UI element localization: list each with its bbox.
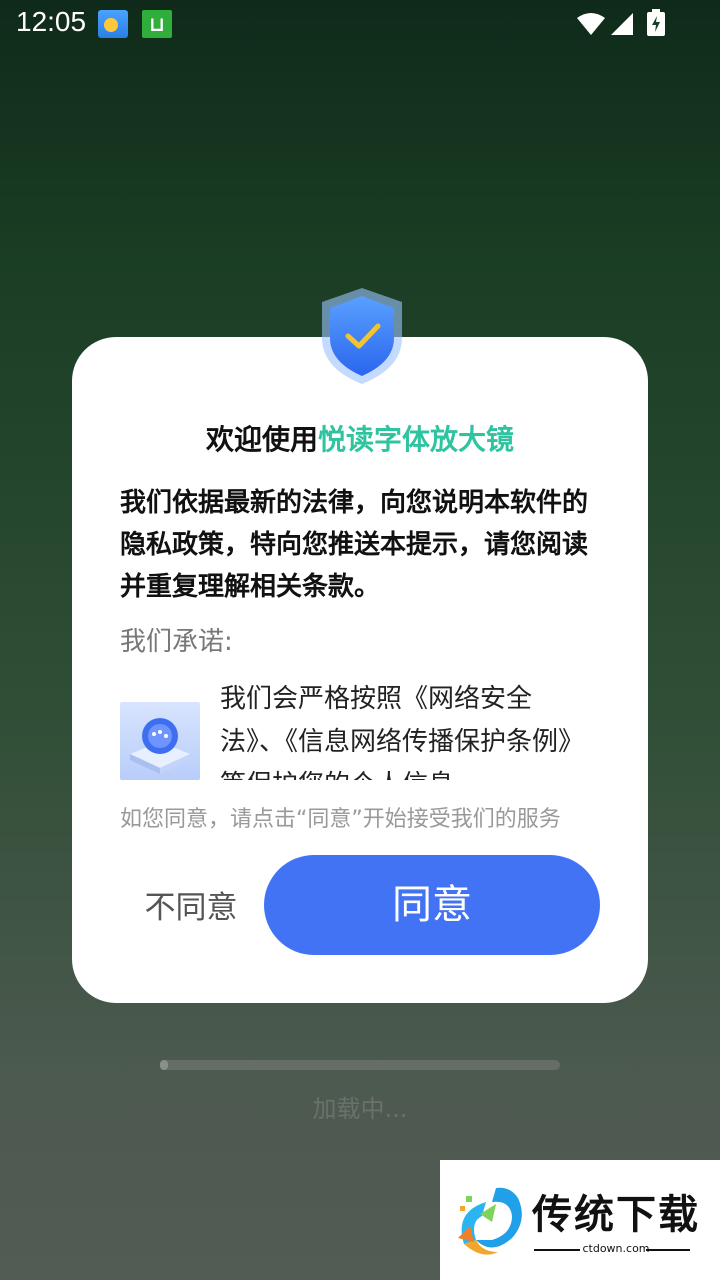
signal-icon	[611, 13, 633, 35]
agree-hint: 如您同意，请点击“同意”开始接受我们的服务	[120, 807, 561, 832]
promise-text: 我们会严格按照《网络安全法》、《信息网络传播保护条例》等保护您的个人信息	[220, 684, 585, 780]
dialog-title: 欢迎使用悦读字体放大镜	[0, 418, 720, 458]
watermark-divider-left	[534, 1249, 580, 1251]
watermark-url: ctdown.com	[582, 1242, 650, 1255]
site-watermark: 传统下载 ctdown.com	[440, 1160, 720, 1280]
ctdown-logo-icon	[458, 1187, 522, 1255]
status-bar: 12:05 ⊔	[0, 0, 720, 48]
privacy-intro-text: 我们依据最新的法律，向您说明本软件的隐私政策，特向您推送本提示，请您阅读并重复理…	[120, 488, 589, 602]
watermark-name: 传统下载	[532, 1192, 700, 1238]
app-notification-icon: ⊔	[142, 10, 172, 38]
weather-icon	[98, 10, 128, 38]
shield-check-icon	[322, 288, 402, 384]
battery-charging-icon	[647, 9, 665, 36]
promise-scroll-area[interactable]: 我们会严格按照《网络安全法》、《信息网络传播保护条例》等保护您的个人信息	[120, 676, 600, 780]
loading-text: 加载中...	[312, 1095, 408, 1123]
loading-progress-fill	[160, 1060, 168, 1070]
privacy-illustration	[120, 702, 200, 780]
dialog-title-prefix: 欢迎使用	[205, 423, 318, 456]
wifi-icon	[577, 13, 605, 35]
status-time: 12:05	[16, 6, 87, 37]
agree-button[interactable]: 同意	[264, 855, 600, 955]
promise-label: 我们承诺:	[120, 627, 233, 657]
loading-progress-bar	[160, 1060, 560, 1070]
app-name: 悦读字体放大镜	[318, 423, 515, 456]
disagree-button[interactable]: 不同意	[136, 880, 246, 936]
watermark-divider-right	[646, 1249, 690, 1251]
